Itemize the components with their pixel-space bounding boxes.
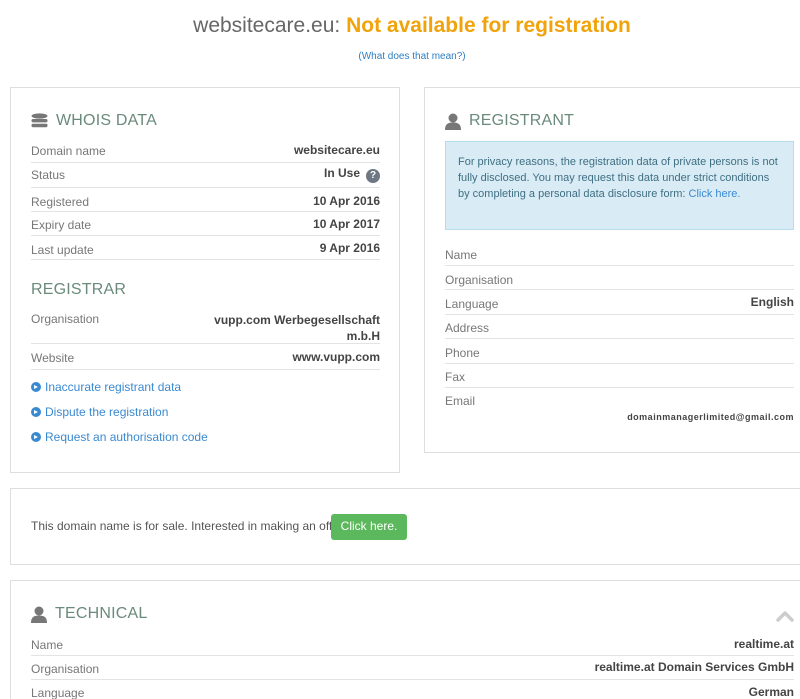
availability-status: Not available for registration [346,14,631,37]
row-label: Email [445,394,476,408]
whois-heading: WHOIS DATA [31,112,157,130]
row-label: Last update [31,243,94,257]
row-value: 9 Apr 2016 [319,241,380,255]
row-label: Language [445,297,499,311]
page-title: websitecare.eu: Not available for regist… [0,14,800,38]
registrar-org-line1: vupp.com Werbegesellschaft [214,313,380,327]
arrow-circle-right-icon [31,382,41,392]
registrant-heading: REGISTRANT [445,112,574,130]
row-value: 10 Apr 2016 [313,194,380,208]
arrow-circle-right-icon [31,432,41,442]
row-value: websitecare.eu [293,143,380,157]
what-does-that-mean-link[interactable]: (What does that mean?) [0,51,800,62]
whois-row-status: Status In Use? [31,163,380,188]
sale-text: This domain name is for sale. Interested… [31,519,350,533]
registrant-row-org: Organisation [445,266,794,290]
registrant-row-language: Language English [445,290,794,315]
row-label: Phone [445,346,480,360]
row-label: Registered [31,195,90,209]
sale-panel: This domain name is for sale. Interested… [10,488,800,565]
row-label: Organisation [445,273,514,287]
row-value: www.vupp.com [292,350,380,364]
link-label: Inaccurate registrant data [45,380,182,394]
technical-panel: TECHNICAL Name realtime.at Organisation … [10,580,800,699]
registrar-row-org: Organisation vupp.com Werbegesellschaft … [31,306,380,344]
chevron-up-icon[interactable] [776,609,794,627]
database-icon [31,113,48,129]
row-label: Organisation [31,312,100,326]
registrant-row-email: Email domainmanagerlimited@gmail.com [445,388,794,428]
row-value: German [748,685,794,699]
user-icon [31,606,47,623]
whois-row-domain: Domain name websitecare.eu [31,139,380,163]
registrar-title: REGISTRAR [31,281,127,298]
row-label: Domain name [31,144,106,158]
registrant-row-name: Name [445,242,794,266]
technical-title: TECHNICAL [55,605,148,622]
user-icon [445,113,461,130]
registrant-row-address: Address [445,315,794,339]
row-label: Name [31,638,64,652]
technical-row-language: Language German [31,680,794,699]
row-label: Language [31,686,85,699]
whois-row-expiry: Expiry date 10 Apr 2017 [31,212,380,236]
row-value-wrap: In Use? [324,166,380,183]
whois-row-registered: Registered 10 Apr 2016 [31,188,380,212]
arrow-circle-right-icon [31,407,41,417]
registrant-row-phone: Phone [445,339,794,364]
row-label: Status [31,168,66,182]
row-label: Expiry date [31,218,92,232]
technical-row-name: Name realtime.at [31,632,794,656]
registrant-row-fax: Fax [445,364,794,388]
row-value: English [750,295,794,309]
dispute-link[interactable]: Dispute the registration [31,405,168,419]
inaccurate-data-link[interactable]: Inaccurate registrant data [31,380,181,394]
row-value: 10 Apr 2017 [313,217,380,231]
row-label: Fax [445,370,466,384]
auth-code-link[interactable]: Request an authorisation code [31,430,208,444]
registrar-heading: REGISTRAR [31,281,126,299]
row-label: Address [445,321,490,335]
registrant-panel: REGISTRANT For privacy reasons, the regi… [424,87,800,453]
row-label: Organisation [31,662,100,676]
whois-title: WHOIS DATA [56,112,157,129]
row-label: Website [31,351,75,365]
whois-row-lastupdate: Last update 9 Apr 2016 [31,236,380,260]
email-value: domainmanagerlimited@gmail.com [627,412,794,422]
disclosure-form-link[interactable]: Click here. [689,188,741,200]
status-value: In Use [323,166,360,180]
make-offer-button[interactable]: Click here. [331,514,407,540]
privacy-notice: For privacy reasons, the registration da… [445,141,794,230]
row-label: Name [445,248,478,262]
row-value: vupp.com Werbegesellschaft m.b.H [214,312,380,344]
row-value: realtime.at [733,637,794,651]
row-value: realtime.at Domain Services GmbH [594,660,794,674]
registrar-org-line2: m.b.H [346,329,380,343]
link-label: Dispute the registration [45,405,169,419]
technical-heading: TECHNICAL [31,605,147,623]
registrant-title: REGISTRANT [469,112,575,129]
question-circle-icon[interactable]: ? [366,169,380,183]
domain-title: websitecare.eu: [193,14,341,37]
link-label: Request an authorisation code [45,430,208,444]
technical-row-org: Organisation realtime.at Domain Services… [31,656,794,680]
whois-panel: WHOIS DATA Domain name websitecare.eu St… [10,87,400,473]
registrar-row-website: Website www.vupp.com [31,344,380,370]
